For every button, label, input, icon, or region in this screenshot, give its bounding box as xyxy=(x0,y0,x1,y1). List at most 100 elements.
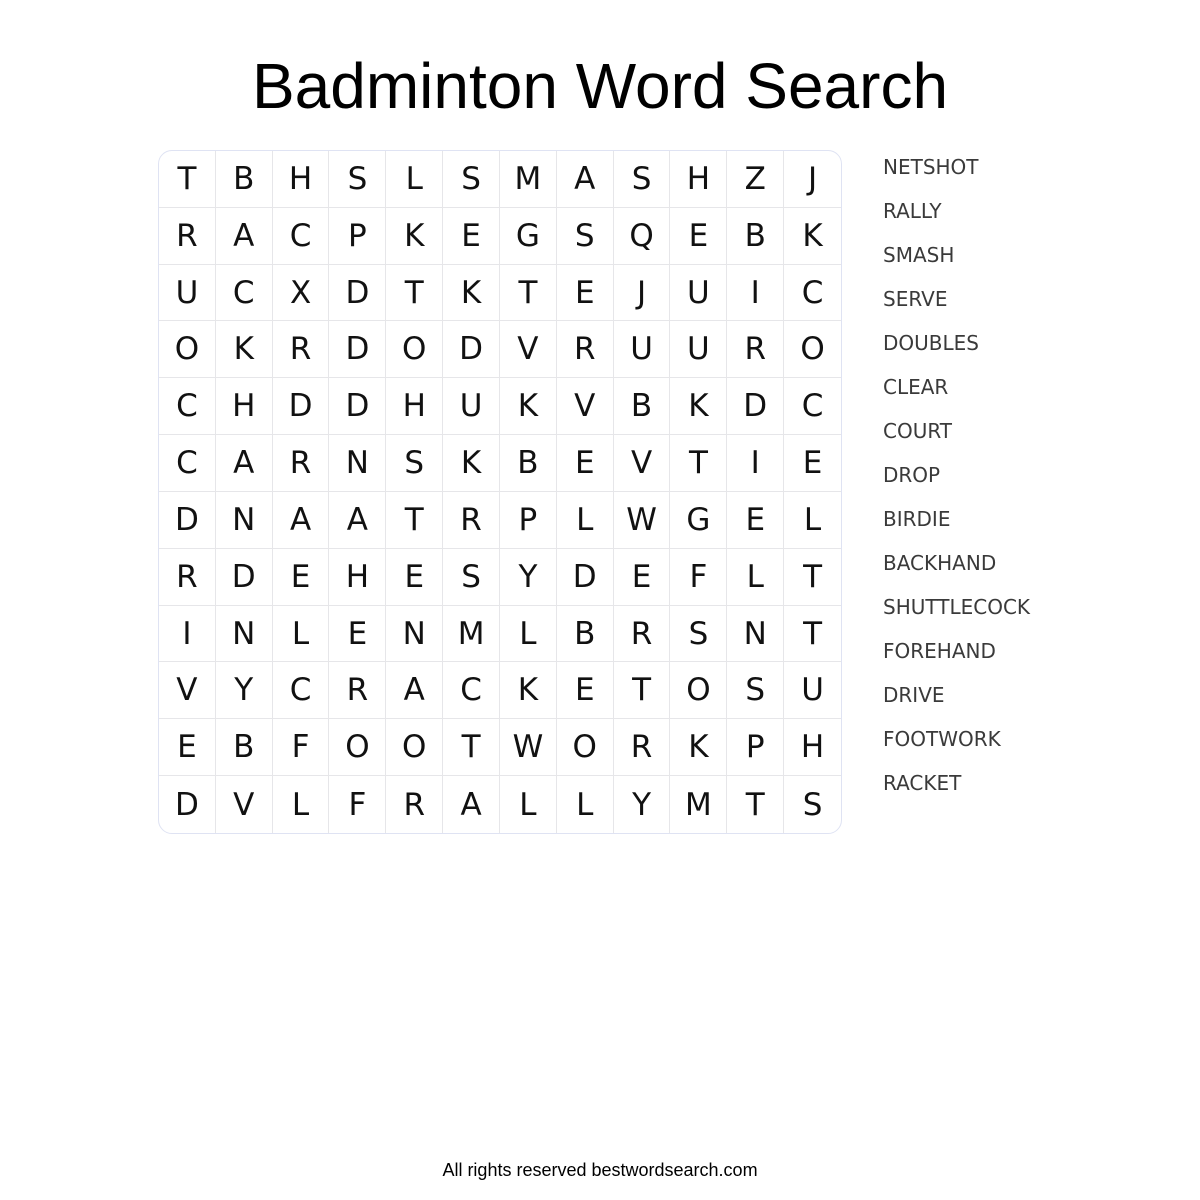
grid-cell[interactable]: S xyxy=(329,151,387,208)
grid-cell[interactable]: S xyxy=(784,776,841,833)
grid-cell[interactable]: B xyxy=(613,378,671,436)
grid-cell[interactable]: C xyxy=(215,264,273,322)
grid-cell[interactable]: H xyxy=(329,548,387,606)
grid-cell[interactable]: H xyxy=(215,378,273,436)
grid-cell[interactable]: D xyxy=(272,378,330,436)
grid-cell[interactable]: T xyxy=(613,662,671,720)
grid-cell[interactable]: L xyxy=(727,548,785,606)
grid-cell[interactable]: T xyxy=(670,435,728,492)
grid-cell[interactable]: A xyxy=(272,491,330,549)
grid-cell[interactable]: K xyxy=(215,321,273,379)
grid-cell[interactable]: T xyxy=(443,719,500,777)
grid-cell[interactable]: O xyxy=(386,321,444,379)
grid-cell[interactable]: D xyxy=(329,264,387,322)
grid-cell[interactable]: E xyxy=(159,719,216,777)
grid-cell[interactable]: U xyxy=(159,264,216,322)
grid-cell[interactable]: R xyxy=(272,435,330,492)
grid-cell[interactable]: Z xyxy=(727,151,785,208)
grid-cell[interactable]: C xyxy=(159,435,216,492)
grid-cell[interactable]: L xyxy=(499,605,557,663)
grid-cell[interactable]: I xyxy=(727,264,785,322)
grid-cell[interactable]: V xyxy=(159,662,216,720)
grid-cell[interactable]: D xyxy=(159,491,216,549)
grid-cell[interactable]: N xyxy=(386,605,444,663)
grid-cell[interactable]: O xyxy=(784,321,841,379)
grid-cell[interactable]: T xyxy=(386,264,444,322)
grid-cell[interactable]: Y xyxy=(499,548,557,606)
grid-cell[interactable]: B xyxy=(556,605,614,663)
grid-cell[interactable]: A xyxy=(329,491,387,549)
grid-cell[interactable]: T xyxy=(784,606,841,663)
grid-cell[interactable]: J xyxy=(613,264,671,322)
grid-cell[interactable]: S xyxy=(727,662,785,720)
grid-cell[interactable]: O xyxy=(329,719,387,777)
grid-cell[interactable]: E xyxy=(556,662,614,720)
grid-cell[interactable]: E xyxy=(613,548,671,606)
grid-cell[interactable]: K xyxy=(784,208,841,265)
grid-cell[interactable]: Y xyxy=(215,662,273,720)
grid-cell[interactable]: T xyxy=(727,776,785,833)
grid-cell[interactable]: O xyxy=(556,719,614,777)
grid-cell[interactable]: L xyxy=(500,776,557,833)
grid-cell[interactable]: D xyxy=(329,378,387,436)
grid-cell[interactable]: A xyxy=(556,151,614,208)
grid-cell[interactable]: L xyxy=(784,492,841,549)
grid-cell[interactable]: A xyxy=(443,776,500,833)
grid-cell[interactable]: C xyxy=(272,662,330,720)
grid-cell[interactable]: Y xyxy=(614,776,671,833)
grid-cell[interactable]: F xyxy=(329,776,387,833)
grid-cell[interactable]: T xyxy=(159,151,216,208)
grid-cell[interactable]: F xyxy=(670,548,728,606)
grid-cell[interactable]: I xyxy=(727,435,785,492)
grid-cell[interactable]: M xyxy=(499,151,557,208)
grid-cell[interactable]: K xyxy=(499,378,557,436)
grid-cell[interactable]: S xyxy=(613,151,671,208)
grid-cell[interactable]: U xyxy=(784,662,841,720)
grid-cell[interactable]: E xyxy=(556,264,614,322)
grid-cell[interactable]: E xyxy=(784,435,841,492)
grid-cell[interactable]: D xyxy=(159,776,216,833)
grid-cell[interactable]: S xyxy=(386,435,444,492)
grid-cell[interactable]: F xyxy=(272,719,330,777)
grid-cell[interactable]: N xyxy=(329,435,387,492)
grid-cell[interactable]: R xyxy=(159,207,216,265)
grid-cell[interactable]: R xyxy=(443,491,500,549)
grid-cell[interactable]: R xyxy=(556,321,614,379)
grid-cell[interactable]: A xyxy=(215,435,273,492)
grid-cell[interactable]: T xyxy=(499,264,557,322)
grid-cell[interactable]: R xyxy=(613,719,671,777)
grid-cell[interactable]: C xyxy=(784,265,841,322)
grid-cell[interactable]: W xyxy=(613,491,671,549)
grid-cell[interactable]: S xyxy=(670,605,728,663)
grid-cell[interactable]: T xyxy=(784,549,841,606)
grid-cell[interactable]: T xyxy=(386,491,444,549)
grid-cell[interactable]: V xyxy=(499,321,557,379)
grid-cell[interactable]: K xyxy=(386,207,444,265)
grid-cell[interactable]: K xyxy=(443,435,500,492)
grid-cell[interactable]: U xyxy=(443,378,500,436)
grid-cell[interactable]: E xyxy=(386,548,444,606)
grid-cell[interactable]: Q xyxy=(613,207,671,265)
grid-cell[interactable]: E xyxy=(556,435,614,492)
grid-cell[interactable]: R xyxy=(329,662,387,720)
grid-cell[interactable]: R xyxy=(272,321,330,379)
grid-cell[interactable]: M xyxy=(443,605,500,663)
grid-cell[interactable]: V xyxy=(216,776,273,833)
grid-cell[interactable]: L xyxy=(386,151,444,208)
grid-cell[interactable]: C xyxy=(272,207,330,265)
grid-cell[interactable]: R xyxy=(727,321,785,379)
grid-cell[interactable]: H xyxy=(272,151,330,208)
grid-cell[interactable]: B xyxy=(499,435,557,492)
grid-cell[interactable]: K xyxy=(443,264,500,322)
grid-cell[interactable]: B xyxy=(215,719,273,777)
grid-cell[interactable]: C xyxy=(784,378,841,436)
grid-cell[interactable]: G xyxy=(499,207,557,265)
grid-cell[interactable]: D xyxy=(727,378,785,436)
grid-cell[interactable]: R xyxy=(613,605,671,663)
grid-cell[interactable]: L xyxy=(557,776,614,833)
grid-cell[interactable]: C xyxy=(159,378,216,436)
grid-cell[interactable]: U xyxy=(613,321,671,379)
grid-cell[interactable]: L xyxy=(556,491,614,549)
grid-cell[interactable]: G xyxy=(670,491,728,549)
grid-cell[interactable]: E xyxy=(329,605,387,663)
